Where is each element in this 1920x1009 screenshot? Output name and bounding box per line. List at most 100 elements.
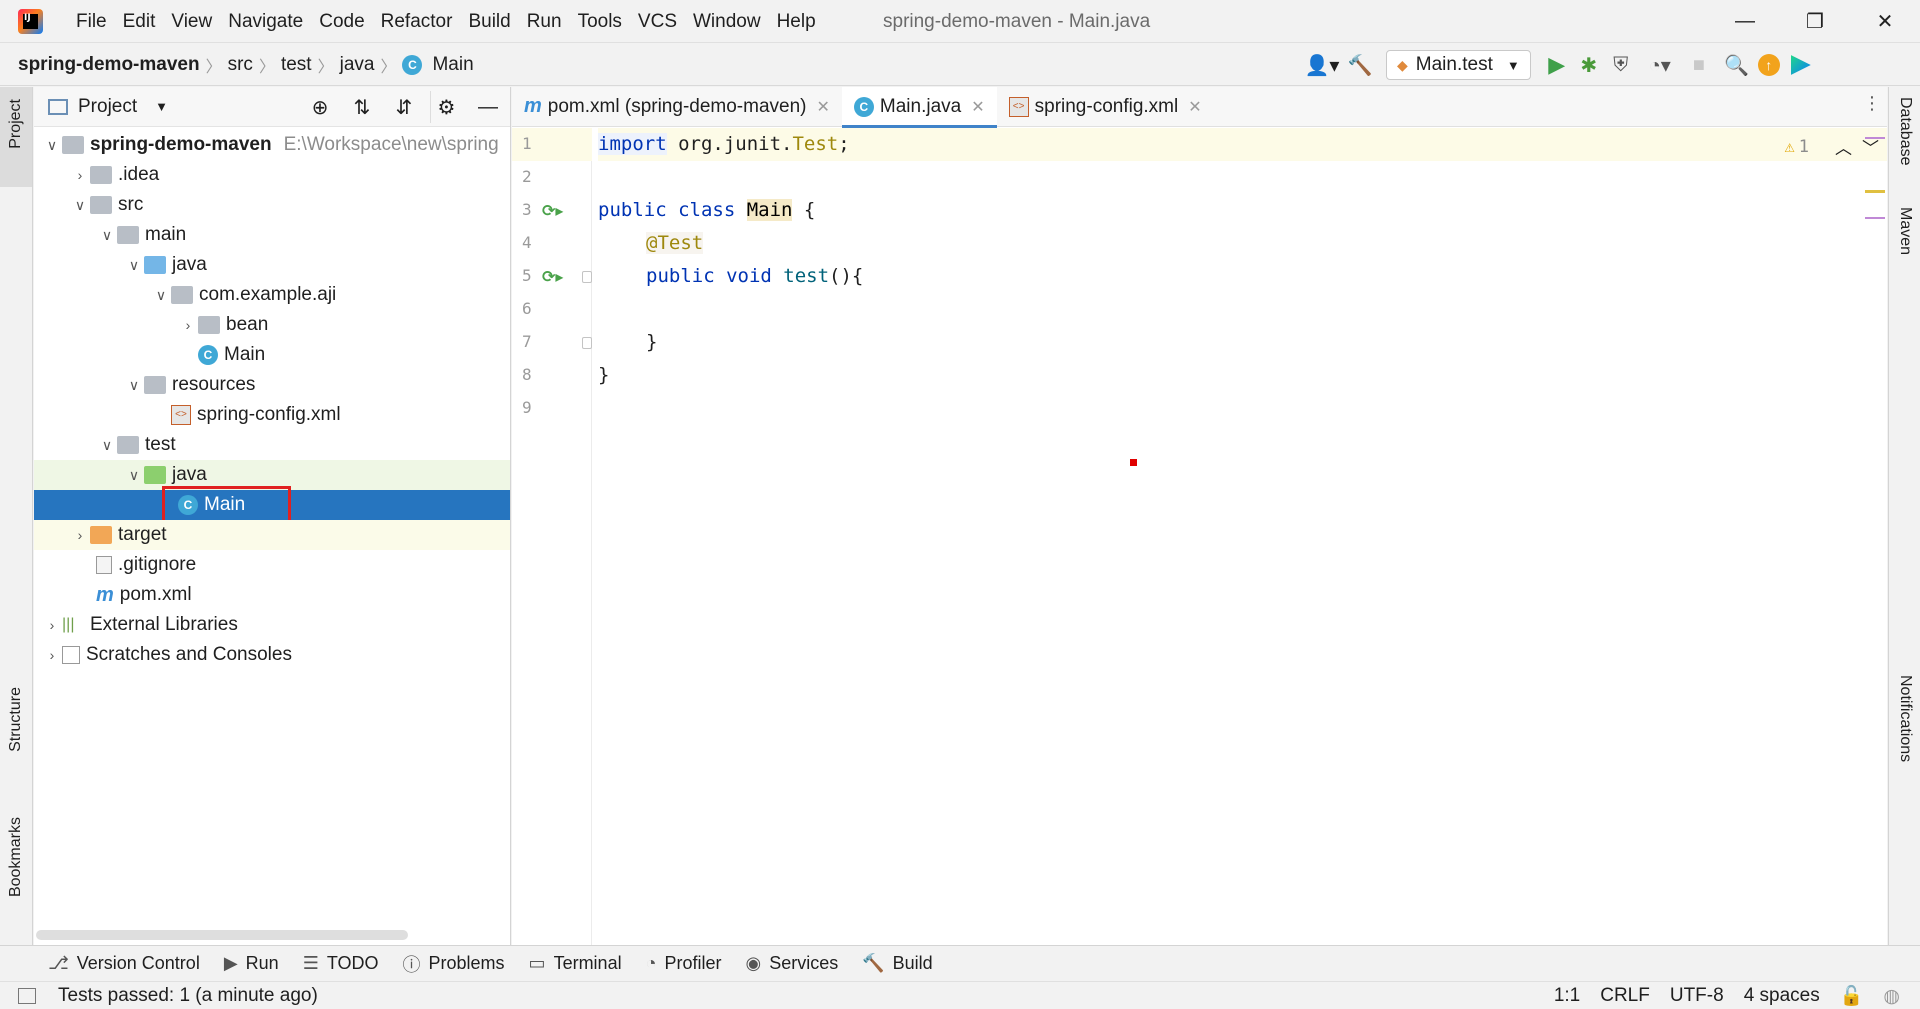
tree-node-gitignore[interactable]: .gitignore xyxy=(34,550,510,580)
profile-icon[interactable]: ◔▾ xyxy=(1637,49,1683,81)
tree-node-resources[interactable]: ∨ resources xyxy=(34,370,510,400)
coverage-icon[interactable]: ⛨ xyxy=(1605,49,1637,81)
menu-vcs[interactable]: VCS xyxy=(630,0,685,43)
close-icon[interactable]: ✕ xyxy=(1188,97,1201,117)
code-editor[interactable]: import org.junit.Test; public class Main… xyxy=(598,128,1887,945)
chevron-down-icon[interactable]: ∨ xyxy=(124,377,144,394)
tool-window-toggle-icon[interactable] xyxy=(18,987,36,1004)
update-icon[interactable]: ↑ xyxy=(1753,49,1785,81)
menu-window[interactable]: Window xyxy=(685,0,769,43)
chevron-right-icon[interactable]: › xyxy=(178,317,198,333)
tree-node-idea[interactable]: › .idea xyxy=(34,160,510,190)
run-test-gutter-icon[interactable]: ⟳▸ xyxy=(542,201,563,221)
tree-node-scratches[interactable]: › Scratches and Consoles xyxy=(34,640,510,670)
gear-icon[interactable]: ⚙ xyxy=(430,91,462,123)
tree-node-external-libraries[interactable]: › ||| External Libraries xyxy=(34,610,510,640)
menu-edit[interactable]: Edit xyxy=(115,0,164,43)
tree-node-pom[interactable]: m pom.xml xyxy=(34,580,510,610)
expand-all-icon[interactable]: ⇅ xyxy=(346,91,378,123)
tree-node-test[interactable]: ∨ test xyxy=(34,430,510,460)
maven-tool-tab[interactable]: Maven xyxy=(1896,207,1914,255)
run-config-selector[interactable]: ◆ Main.test ▼ xyxy=(1386,50,1531,80)
chevron-down-icon[interactable]: ∨ xyxy=(151,287,171,304)
chevron-down-icon[interactable]: ∨ xyxy=(97,437,117,454)
search-icon[interactable]: 🔍 xyxy=(1721,49,1753,81)
tree-node-spring-config[interactable]: <> spring-config.xml xyxy=(34,400,510,430)
tree-node-main[interactable]: ∨ main xyxy=(34,220,510,250)
caret-position[interactable]: 1:1 xyxy=(1544,985,1590,1007)
chevron-down-icon[interactable]: ∨ xyxy=(124,467,144,484)
build-tool[interactable]: 🔨 Build xyxy=(850,953,944,974)
lock-icon[interactable]: 🔓 xyxy=(1830,984,1874,1008)
menu-code[interactable]: Code xyxy=(311,0,372,43)
locate-icon[interactable]: ⊕ xyxy=(304,91,336,123)
breadcrumb-java[interactable]: java xyxy=(336,54,379,76)
tab-pom-xml[interactable]: m pom.xml (spring-demo-maven) ✕ xyxy=(512,87,842,127)
todo-tool[interactable]: ☰ TODO xyxy=(291,953,391,974)
file-encoding[interactable]: UTF-8 xyxy=(1660,985,1734,1007)
hammer-icon[interactable]: 🔨 xyxy=(1344,49,1376,81)
breadcrumb-src[interactable]: src xyxy=(224,54,257,76)
profiler-tool[interactable]: ◔ Profiler xyxy=(634,953,734,974)
run-tool[interactable]: ▶ Run xyxy=(212,953,291,974)
close-window-button[interactable]: ✕ xyxy=(1850,0,1920,43)
version-control-tool[interactable]: ⎇ Version Control xyxy=(36,953,212,974)
chevron-down-icon[interactable]: ∨ xyxy=(42,137,62,154)
breadcrumb-project[interactable]: spring-demo-maven xyxy=(14,54,204,76)
close-icon[interactable]: ✕ xyxy=(816,97,829,117)
tree-node-package[interactable]: ∨ com.example.aji xyxy=(34,280,510,310)
jetbrains-icon[interactable] xyxy=(1785,49,1817,81)
user-icon[interactable]: 👤▾ xyxy=(1300,49,1344,81)
tree-node-root[interactable]: ∨ spring-demo-maven E:\Workspace\new\spr… xyxy=(34,130,510,160)
menu-help[interactable]: Help xyxy=(769,0,824,43)
run-icon[interactable]: ▶ xyxy=(1541,49,1573,81)
fold-icon[interactable] xyxy=(582,337,592,349)
indent-setting[interactable]: 4 spaces xyxy=(1734,985,1830,1007)
menu-build[interactable]: Build xyxy=(460,0,518,43)
menu-refactor[interactable]: Refactor xyxy=(373,0,461,43)
chevron-down-icon[interactable]: ∨ xyxy=(124,257,144,274)
minimize-button[interactable]: — xyxy=(1710,0,1780,43)
database-tool-tab[interactable]: Database xyxy=(1896,97,1914,166)
project-panel-title[interactable]: Project xyxy=(78,96,137,118)
chevron-down-icon[interactable]: ∨ xyxy=(70,197,90,214)
tree-node-target[interactable]: › target xyxy=(34,520,510,550)
collapse-all-icon[interactable]: ⇵ xyxy=(388,91,420,123)
breadcrumb-test[interactable]: test xyxy=(277,54,316,76)
chevron-up-icon[interactable]: ︿ xyxy=(1835,134,1852,159)
tree-node-main-class[interactable]: C Main xyxy=(34,340,510,370)
horizontal-scrollbar[interactable] xyxy=(36,930,408,940)
notifications-tool-tab[interactable]: Notifications xyxy=(1896,675,1914,762)
tree-node-main-java[interactable]: ∨ java xyxy=(34,250,510,280)
tree-node-src[interactable]: ∨ src xyxy=(34,190,510,220)
stop-icon[interactable]: ■ xyxy=(1683,49,1715,81)
line-separator[interactable]: CRLF xyxy=(1590,985,1660,1007)
menu-run[interactable]: Run xyxy=(519,0,570,43)
chevron-down-icon[interactable]: ∨ xyxy=(97,227,117,244)
bookmarks-tool-tab[interactable]: Bookmarks xyxy=(7,817,25,897)
structure-tool-tab[interactable]: Structure xyxy=(7,687,25,752)
services-tool[interactable]: ◉ Services xyxy=(733,953,850,974)
menu-file[interactable]: File xyxy=(68,0,115,43)
close-icon[interactable]: ✕ xyxy=(971,97,984,117)
more-options-icon[interactable]: ⋮ xyxy=(1863,93,1881,114)
inspection-status-icon[interactable]: ◍ xyxy=(1873,985,1910,1008)
chevron-right-icon[interactable]: › xyxy=(42,647,62,663)
tree-node-bean[interactable]: › bean xyxy=(34,310,510,340)
project-tool-tab[interactable]: Project xyxy=(7,99,25,149)
chevron-down-icon[interactable]: ▼ xyxy=(155,99,168,114)
restore-button[interactable]: ❐ xyxy=(1780,0,1850,43)
problems-tool[interactable]: ⓘ Problems xyxy=(391,951,517,977)
tab-spring-config[interactable]: <> spring-config.xml ✕ xyxy=(997,87,1214,127)
breadcrumb-main[interactable]: Main xyxy=(428,54,477,76)
run-test-gutter-icon[interactable]: ⟳▸ xyxy=(542,267,563,287)
menu-tools[interactable]: Tools xyxy=(570,0,630,43)
chevron-right-icon[interactable]: › xyxy=(42,617,62,633)
chevron-right-icon[interactable]: › xyxy=(70,527,90,543)
menu-navigate[interactable]: Navigate xyxy=(220,0,311,43)
chevron-right-icon[interactable]: › xyxy=(70,167,90,183)
fold-icon[interactable] xyxy=(582,271,592,283)
tab-main-java[interactable]: C Main.java ✕ xyxy=(841,86,997,128)
status-message[interactable]: Tests passed: 1 (a minute ago) xyxy=(58,985,318,1007)
hide-icon[interactable]: — xyxy=(472,91,504,123)
